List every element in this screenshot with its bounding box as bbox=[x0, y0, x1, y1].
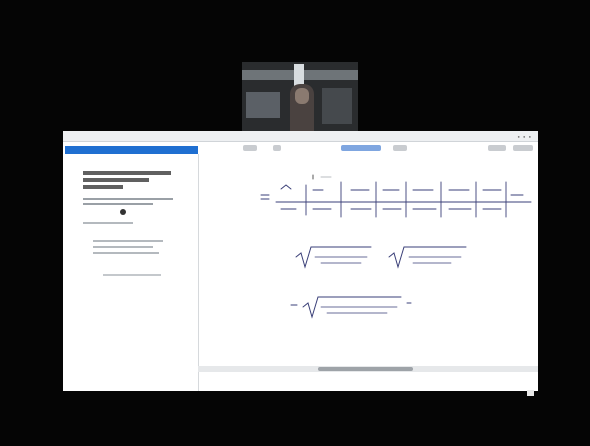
handwritten-terms bbox=[320, 306, 398, 314]
cam-face bbox=[295, 88, 309, 104]
text-line bbox=[83, 198, 173, 200]
text-line bbox=[83, 222, 133, 224]
text-line bbox=[93, 246, 153, 248]
heading-line bbox=[83, 185, 123, 189]
whiteboard-toolbar bbox=[203, 142, 538, 156]
toolbar-button[interactable] bbox=[243, 145, 257, 151]
handwritten-terms bbox=[280, 189, 524, 210]
divider-strokes bbox=[305, 181, 507, 218]
app-window: ● ● ● bbox=[63, 131, 538, 391]
handwritten-terms bbox=[314, 256, 368, 264]
toolbar-button[interactable] bbox=[273, 145, 281, 151]
toolbar-button[interactable] bbox=[393, 145, 407, 151]
text-line bbox=[103, 274, 161, 276]
handwritten-terms bbox=[408, 256, 462, 264]
equals-sign bbox=[260, 194, 270, 200]
window-controls-icon[interactable]: ● ● ● bbox=[518, 134, 532, 139]
text-line bbox=[83, 203, 153, 205]
cam-right-object bbox=[322, 88, 352, 124]
side-panel bbox=[65, 146, 199, 391]
heading-line bbox=[83, 178, 149, 182]
ink-stroke bbox=[280, 184, 292, 190]
side-panel-tab[interactable] bbox=[65, 146, 198, 154]
text-line bbox=[93, 240, 163, 242]
toolbar-button[interactable] bbox=[488, 145, 506, 151]
corner-icon[interactable] bbox=[527, 390, 534, 396]
toolbar-button[interactable] bbox=[341, 145, 381, 151]
toolbar-button[interactable] bbox=[513, 145, 533, 151]
heading-line bbox=[83, 171, 171, 175]
scrollbar-thumb[interactable] bbox=[318, 367, 413, 371]
text-line bbox=[93, 252, 159, 254]
window-title-bar: ● ● ● bbox=[63, 131, 538, 142]
radio-button[interactable] bbox=[120, 209, 126, 215]
cam-left-object bbox=[246, 92, 280, 118]
webcam-video-feed bbox=[242, 62, 358, 132]
whiteboard-canvas[interactable] bbox=[201, 157, 536, 369]
